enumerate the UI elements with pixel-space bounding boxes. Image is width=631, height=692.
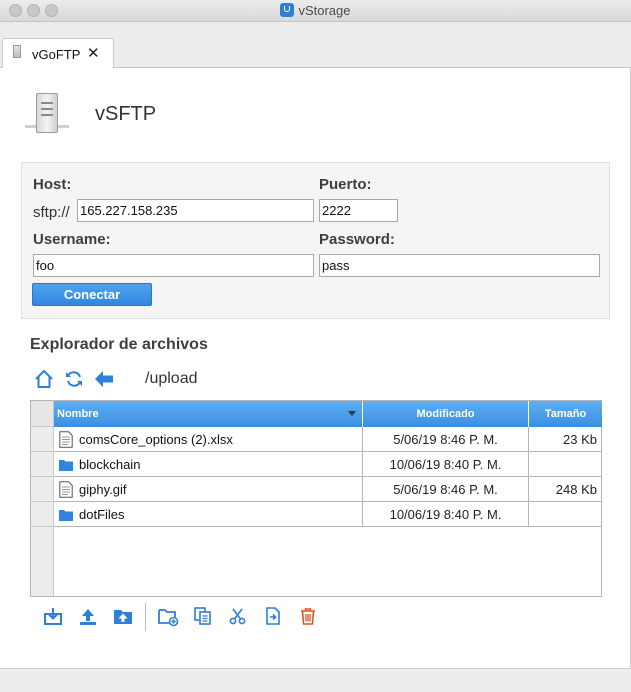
current-path: /upload xyxy=(145,370,198,387)
column-header-modified[interactable]: Modificado xyxy=(363,401,529,427)
upload-icon[interactable] xyxy=(77,605,99,627)
app-icon xyxy=(280,3,295,17)
username-input[interactable] xyxy=(33,254,314,277)
download-icon[interactable] xyxy=(42,605,64,627)
toolbar-separator xyxy=(145,603,146,631)
file-table: Nombre Modificado Tamaño comsCore_option… xyxy=(30,400,602,597)
column-header-size[interactable]: Tamaño xyxy=(529,401,602,427)
table-row[interactable]: dotFiles 10/06/19 8:40 P. M. xyxy=(31,502,602,527)
cell-name[interactable]: dotFiles xyxy=(54,502,363,527)
cell-modified[interactable]: 10/06/19 8:40 P. M. xyxy=(363,502,529,527)
cell-name[interactable]: giphy.gif xyxy=(54,477,363,502)
folder-icon xyxy=(59,510,73,521)
host-input[interactable] xyxy=(77,199,314,222)
back-arrow-icon[interactable] xyxy=(93,368,115,390)
server-icon xyxy=(25,93,69,133)
table-header: Nombre Modificado Tamaño xyxy=(54,401,602,427)
file-name: giphy.gif xyxy=(79,482,127,497)
username-label: Username: xyxy=(33,231,111,248)
port-input[interactable] xyxy=(319,199,398,222)
cell-modified[interactable]: 5/06/19 8:46 P. M. xyxy=(363,477,529,502)
row-header[interactable] xyxy=(31,477,54,502)
file-name: comsCore_options (2).xlsx xyxy=(79,432,233,447)
cell-size[interactable]: 23 Kb xyxy=(529,427,602,452)
cell-name[interactable]: blockchain xyxy=(54,452,363,477)
tab-close-icon[interactable]: ✕ xyxy=(87,44,100,62)
file-icon xyxy=(59,431,73,448)
move-icon[interactable] xyxy=(262,605,284,627)
cell-size[interactable] xyxy=(529,502,602,527)
upload-folder-icon[interactable] xyxy=(112,605,134,627)
table-row[interactable]: comsCore_options (2).xlsx 5/06/19 8:46 P.… xyxy=(31,427,602,452)
service-title: vSFTP xyxy=(95,103,157,125)
tab-label: vGoFTP xyxy=(32,47,81,62)
cell-name[interactable]: comsCore_options (2).xlsx xyxy=(54,427,363,452)
sort-desc-icon xyxy=(348,411,356,416)
cell-modified[interactable]: 5/06/19 8:46 P. M. xyxy=(363,427,529,452)
file-name: dotFiles xyxy=(79,507,125,522)
server-tab-icon xyxy=(13,45,21,58)
host-label: Host: xyxy=(33,176,72,193)
table-row[interactable]: giphy.gif 5/06/19 8:46 P. M. 248 Kb xyxy=(31,477,602,502)
home-icon[interactable] xyxy=(33,368,55,390)
connect-button[interactable]: Conectar xyxy=(32,283,152,306)
status-bar xyxy=(0,668,631,692)
refresh-icon[interactable] xyxy=(63,368,85,390)
row-header[interactable] xyxy=(31,427,54,452)
explorer-title: Explorador de archivos xyxy=(30,336,208,353)
protocol-prefix: sftp:// xyxy=(33,204,70,221)
title-bar: vStorage xyxy=(0,0,631,22)
cell-size[interactable]: 248 Kb xyxy=(529,477,602,502)
cell-modified[interactable]: 10/06/19 8:40 P. M. xyxy=(363,452,529,477)
password-label: Password: xyxy=(319,231,395,248)
row-header[interactable] xyxy=(31,452,54,477)
window-title: vStorage xyxy=(0,3,631,18)
tab-vgoftp[interactable]: vGoFTP ✕ xyxy=(2,38,114,69)
folder-icon xyxy=(59,460,73,471)
table-row[interactable]: blockchain 10/06/19 8:40 P. M. xyxy=(31,452,602,477)
file-name: blockchain xyxy=(79,457,141,472)
file-icon xyxy=(59,481,73,498)
row-header[interactable] xyxy=(31,502,54,527)
cell-size[interactable] xyxy=(529,452,602,477)
cut-icon[interactable] xyxy=(227,605,249,627)
column-header-name[interactable]: Nombre xyxy=(54,401,363,427)
tab-strip: vGoFTP ✕ xyxy=(0,22,631,69)
new-folder-icon[interactable] xyxy=(157,605,179,627)
port-label: Puerto: xyxy=(319,176,372,193)
copy-icon[interactable] xyxy=(192,605,214,627)
delete-icon[interactable] xyxy=(297,605,319,627)
main-panel: vSFTP Host: sftp:// Puerto: Username: Pa… xyxy=(0,68,631,668)
password-input[interactable] xyxy=(319,254,600,277)
window-title-text: vStorage xyxy=(298,3,351,18)
